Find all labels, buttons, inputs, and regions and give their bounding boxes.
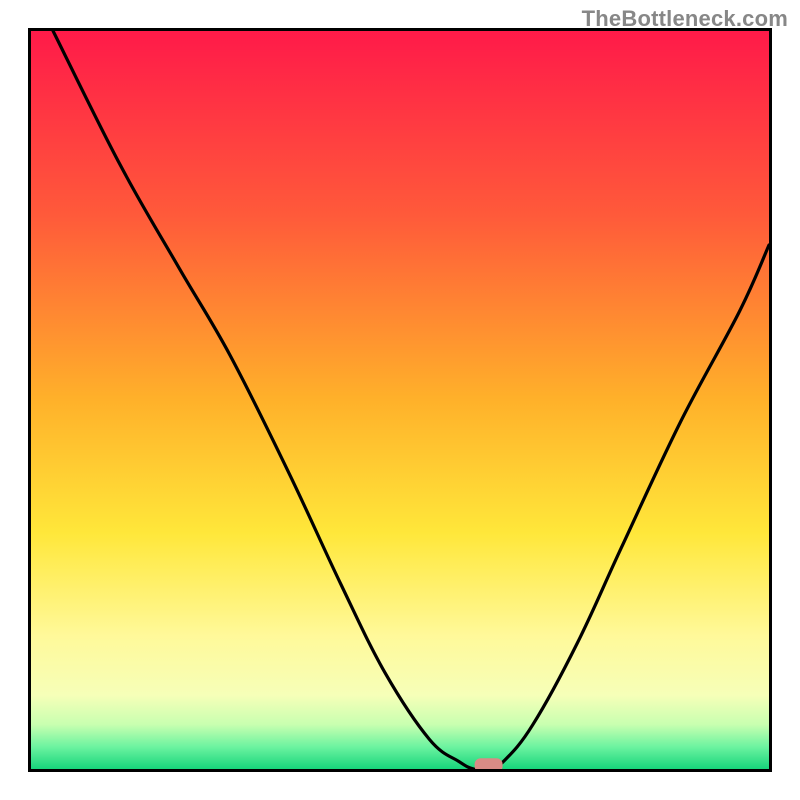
chart-overlay [31, 31, 769, 769]
chart-curve [53, 31, 769, 769]
watermark: TheBottleneck.com [582, 6, 788, 32]
chart-plot-area [28, 28, 772, 772]
chart-marker [475, 758, 503, 769]
